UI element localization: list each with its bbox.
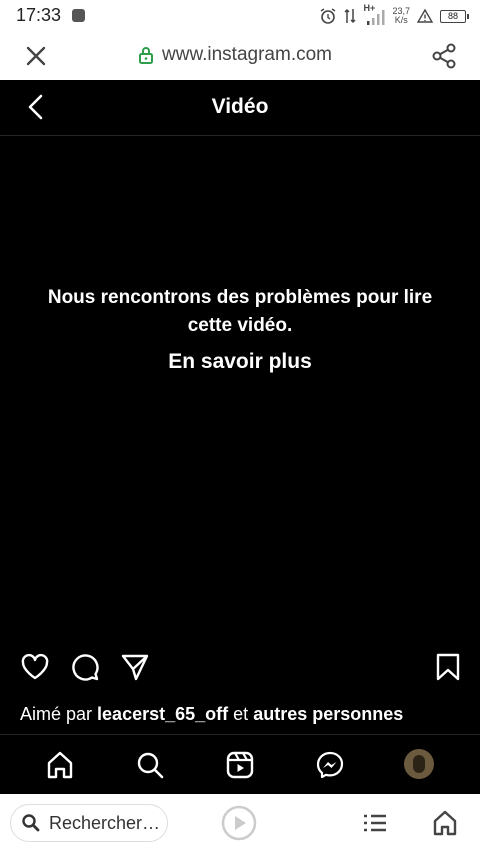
search-icon (22, 814, 40, 832)
send-icon[interactable] (120, 652, 150, 682)
rate-unit: K/s (394, 15, 408, 25)
browser-home-icon[interactable] (431, 809, 459, 837)
page-title: Vidéo (211, 95, 269, 118)
share-icon[interactable] (430, 42, 458, 70)
page-header: Vidéo (0, 80, 480, 136)
heart-icon[interactable] (20, 652, 50, 682)
battery-level: 88 (447, 10, 458, 21)
home-icon[interactable] (45, 750, 75, 780)
lock-icon (139, 47, 153, 64)
bookmark-icon[interactable] (433, 652, 463, 682)
battery-icon: 88 (440, 9, 469, 23)
data-arrows-icon (344, 8, 356, 24)
search-placeholder: Rechercher… (49, 812, 161, 833)
browser-url-bar: www.instagram.com (0, 32, 480, 80)
video-error-message: Nous rencontrons des problèmes pour lire… (47, 287, 433, 336)
status-time: 17:33 (16, 5, 62, 25)
play-icon[interactable] (221, 805, 257, 841)
liked-others[interactable]: autres personnes (253, 704, 403, 724)
reels-icon[interactable] (225, 750, 255, 780)
url-text: www.instagram.com (162, 44, 332, 65)
liked-connector: et (233, 704, 249, 724)
signal-icon: H+ (363, 3, 385, 27)
bottom-navigation (0, 734, 480, 795)
liked-prefix: Aimé par (20, 704, 93, 724)
liked-by-text: Aimé par leacerst_65_off et autres perso… (20, 704, 403, 725)
messenger-icon[interactable] (315, 750, 345, 780)
search-bar[interactable]: Rechercher… (10, 804, 168, 842)
learn-more-link[interactable]: En savoir plus (40, 350, 440, 374)
status-icons: H+ 23,7 K/s 88 (319, 3, 469, 27)
comment-icon[interactable] (70, 652, 100, 682)
notification-app-icon (72, 9, 85, 22)
alarm-icon (321, 8, 336, 24)
warning-icon (417, 8, 433, 23)
url-display[interactable]: www.instagram.com (138, 44, 332, 66)
network-rate: 23,7 K/s (392, 7, 410, 25)
search-icon[interactable] (135, 750, 165, 780)
list-icon[interactable] (361, 809, 389, 837)
status-bar: 17:33 H+ 23,7 K/s 88 (0, 0, 480, 32)
close-icon[interactable] (22, 42, 50, 70)
liked-username[interactable]: leacerst_65_off (97, 704, 228, 724)
browser-bottom-bar: Rechercher… (0, 794, 480, 854)
profile-avatar[interactable] (404, 749, 434, 779)
